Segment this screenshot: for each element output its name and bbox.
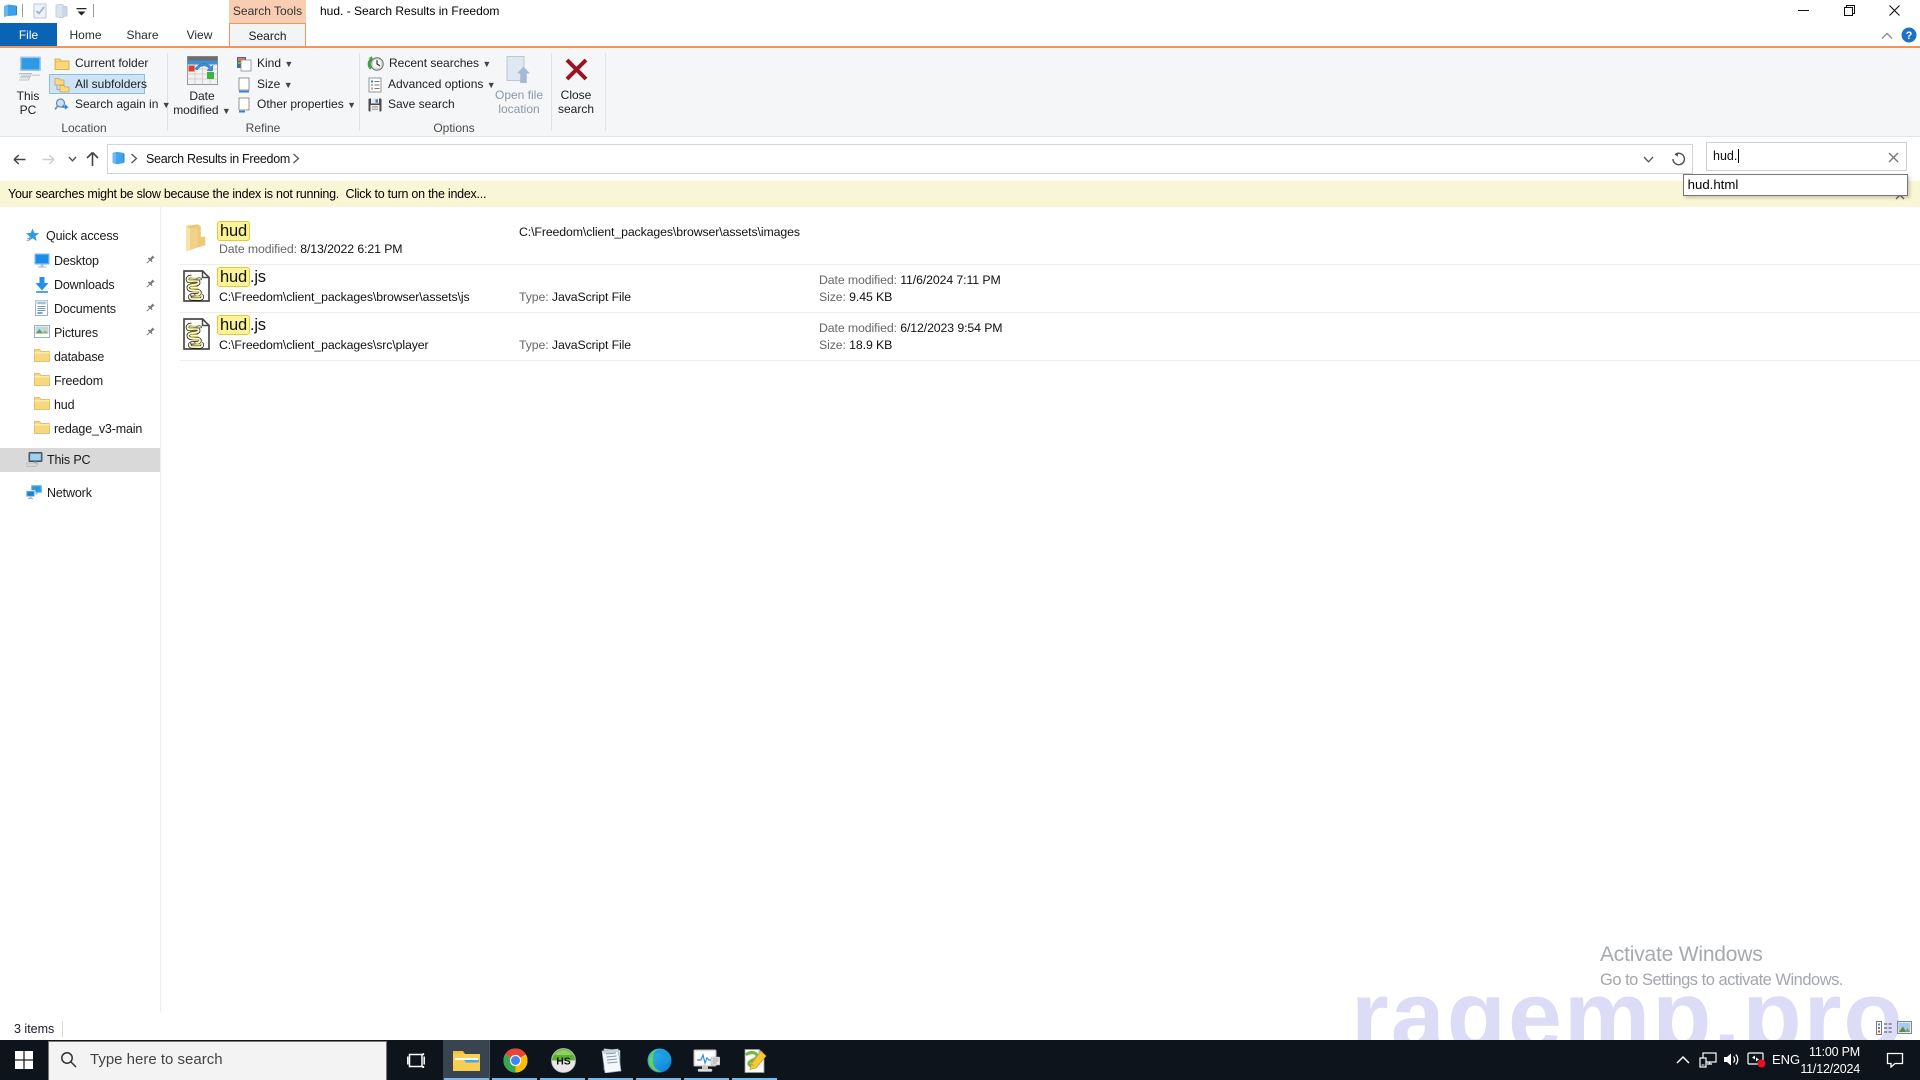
svg-text:?: ? xyxy=(1906,30,1913,42)
svg-text:HS: HS xyxy=(556,1056,571,1068)
